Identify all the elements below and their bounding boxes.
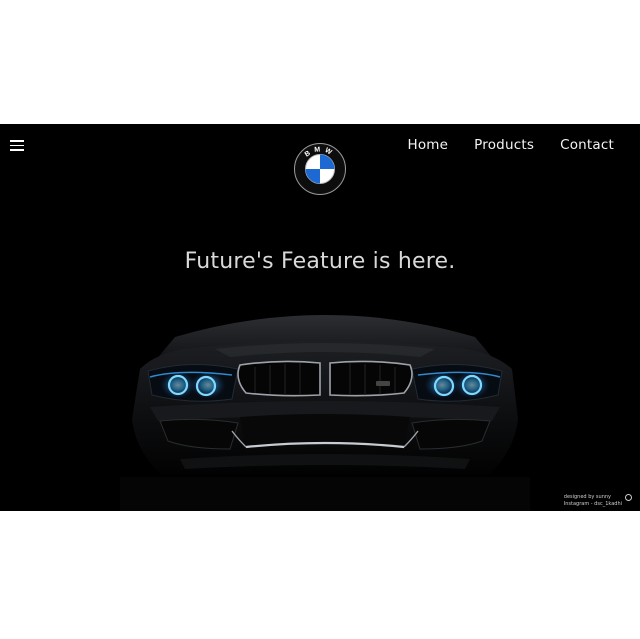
theme-toggle-icon[interactable] bbox=[625, 494, 632, 501]
hero-stage: BMW Home Products Contact Future's Featu… bbox=[0, 124, 640, 511]
car-front-image bbox=[120, 315, 530, 511]
top-nav: Home Products Contact bbox=[407, 137, 614, 153]
hero-headline: Future's Feature is here. bbox=[184, 249, 456, 274]
designer-credit: designed by sunny Instagram - dsc_1kadhi bbox=[564, 494, 632, 508]
nav-contact-link[interactable]: Contact bbox=[560, 137, 614, 153]
credit-line-2: Instagram - dsc_1kadhi bbox=[563, 501, 622, 507]
nav-products-link[interactable]: Products bbox=[474, 137, 534, 153]
bmw-logo[interactable]: BMW bbox=[294, 143, 346, 195]
nav-home-link[interactable]: Home bbox=[407, 137, 448, 153]
hamburger-menu-icon[interactable] bbox=[10, 140, 24, 152]
credit-line-1: designed by sunny bbox=[563, 494, 611, 500]
